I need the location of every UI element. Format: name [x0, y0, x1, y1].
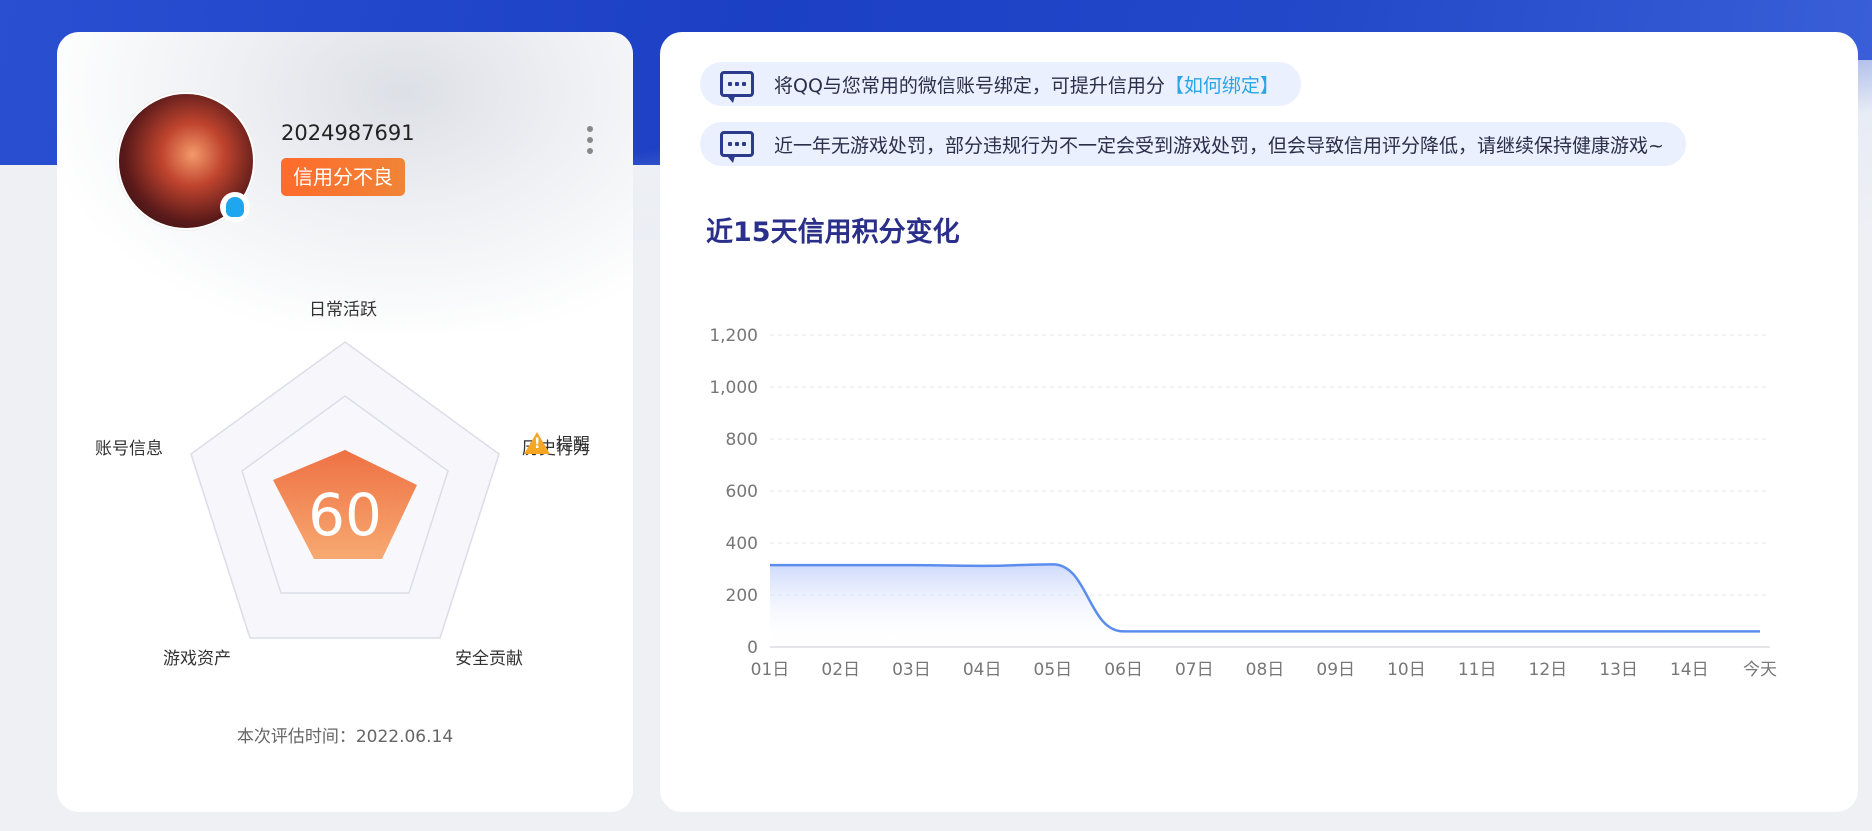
- notice-text: 将QQ与您常用的微信账号绑定，可提升信用分: [774, 74, 1165, 97]
- x-tick-label: 05日: [1034, 660, 1073, 680]
- message-icon: [720, 71, 754, 103]
- y-tick-label: 1,200: [709, 326, 758, 346]
- notice-no-penalty: 近一年无游戏处罚，部分违规行为不一定会受到游戏处罚，但会导致信用评分降低，请继续…: [700, 122, 1686, 166]
- x-tick-label: 08日: [1246, 660, 1285, 680]
- notice-text: 近一年无游戏处罚，部分违规行为不一定会受到游戏处罚，但会导致信用评分降低，请继续…: [774, 134, 1664, 157]
- evaluation-time: 本次评估时间：2022.06.14: [236, 727, 454, 747]
- y-tick-label: 600: [726, 482, 758, 502]
- score-value: 60: [308, 481, 382, 549]
- x-tick-label: 02日: [821, 660, 860, 680]
- notice-bind-wechat: 将QQ与您常用的微信账号绑定，可提升信用分 【如何绑定】: [700, 62, 1301, 106]
- credit-radar: 60 日常活跃 历史行为 安全贡献 游戏资产 账号信息: [57, 262, 633, 682]
- x-tick-label: 13日: [1599, 660, 1638, 680]
- trend-area: [770, 564, 1760, 647]
- radar-chart: 60: [190, 341, 500, 639]
- status-badge: 信用分不良: [281, 158, 405, 196]
- x-tick-label: 09日: [1316, 660, 1355, 680]
- x-tick-label: 11日: [1458, 660, 1497, 680]
- user-id: 2024987691: [281, 121, 415, 145]
- y-tick-label: 0: [747, 638, 758, 658]
- y-tick-label: 200: [726, 586, 758, 606]
- how-to-bind-link[interactable]: 【如何绑定】: [1165, 71, 1279, 98]
- x-tick-label: 10日: [1387, 660, 1426, 680]
- history-warning: 提醒: [524, 430, 590, 455]
- x-tick-label: 07日: [1175, 660, 1214, 680]
- x-tick-label: 01日: [751, 660, 790, 680]
- credit-trend-chart: 0 200 400 600 800 1,000 1,200 01日 02日 03日 04日 05日 0…: [709, 326, 1777, 680]
- qq-penguin-icon: [220, 192, 250, 222]
- x-tick-label: 04日: [963, 660, 1002, 680]
- profile-card: 2024987691 信用分不良 60 日常活跃 历史行为 安全贡献 游戏资产 …: [57, 32, 633, 812]
- more-options-icon[interactable]: [587, 126, 595, 154]
- x-tick-label: 03日: [892, 660, 931, 680]
- x-tick-label: 12日: [1529, 660, 1568, 680]
- x-tick-label: 今天: [1743, 660, 1777, 680]
- y-tick-label: 400: [726, 534, 758, 554]
- y-tick-label: 1,000: [709, 378, 758, 398]
- radar-axis-security: 安全贡献: [455, 649, 523, 669]
- warning-icon: [524, 431, 550, 454]
- credit-detail-card: 将QQ与您常用的微信账号绑定，可提升信用分 【如何绑定】 近一年无游戏处罚，部分…: [660, 32, 1858, 812]
- y-tick-label: 800: [726, 430, 758, 450]
- x-tick-label: 06日: [1104, 660, 1143, 680]
- message-icon: [720, 131, 754, 163]
- chart-title: 近15天信用积分变化: [706, 217, 960, 248]
- radar-axis-game-assets: 游戏资产: [163, 649, 231, 669]
- radar-axis-account-info: 账号信息: [95, 439, 163, 459]
- warning-label: 提醒: [556, 435, 590, 455]
- x-tick-label: 14日: [1670, 660, 1709, 680]
- radar-axis-daily-activity: 日常活跃: [309, 300, 377, 320]
